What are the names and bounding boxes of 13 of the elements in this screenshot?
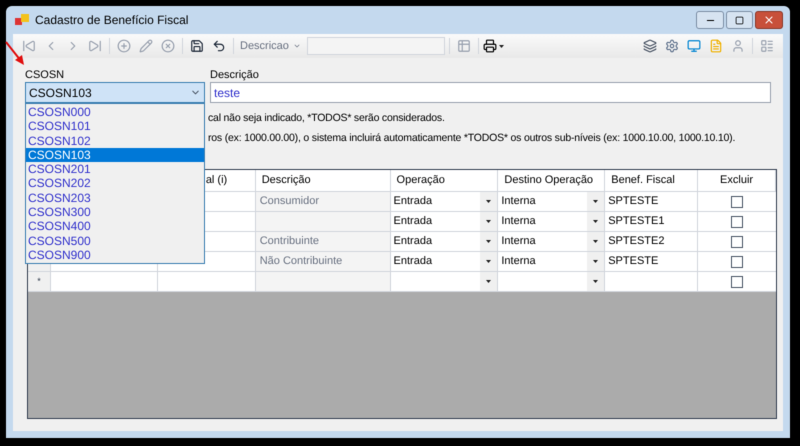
table-cell: SPTESTE bbox=[605, 252, 698, 271]
table-cell: SPTESTE bbox=[605, 192, 698, 211]
new-row-marker: * bbox=[37, 274, 41, 288]
note-text: ros (ex: 1000.00.00), o sistema incluirá automaticamente *TODOS* os outros sub-níveis (ex: 1000.10.00, 1000.10.10). bbox=[208, 131, 736, 146]
window-title: Cadastro de Benefício Fiscal bbox=[35, 12, 190, 29]
note-text: cal não seja indicado, *TODOS* serão considerados. bbox=[208, 111, 446, 126]
table-cell: SPTESTE1 bbox=[605, 212, 698, 231]
table-cell: Consumidor bbox=[256, 192, 391, 211]
table-cell: SPTESTE2 bbox=[605, 232, 698, 251]
table-cell: Contribuinte bbox=[256, 232, 391, 251]
csosn-label: CSOSN bbox=[25, 68, 66, 82]
descricao-label: Descrição bbox=[210, 68, 260, 82]
table-cell: Não Contribuinte bbox=[256, 252, 391, 271]
